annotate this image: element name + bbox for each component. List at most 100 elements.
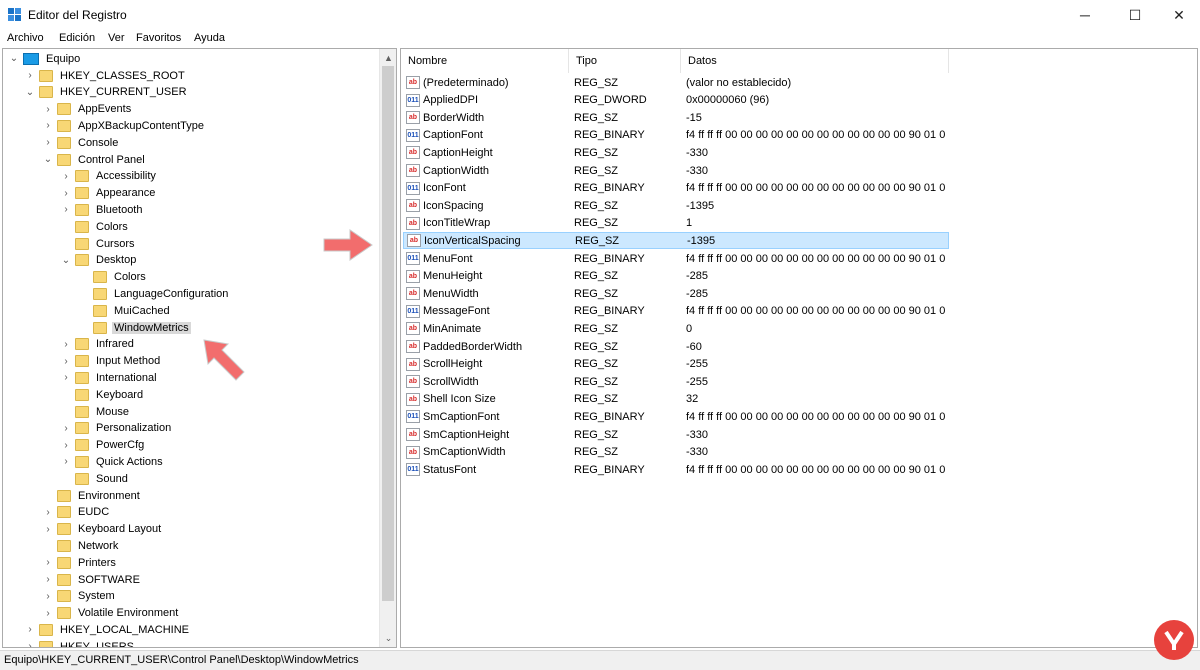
value-row[interactable]: ab IconTitleWrap REG_SZ 1 — [403, 215, 949, 232]
expand-icon[interactable]: › — [41, 589, 55, 603]
tree-item[interactable]: ⌄ Control Panel — [41, 151, 147, 168]
value-row[interactable]: ab ScrollWidth REG_SZ -255 — [403, 373, 949, 390]
value-row[interactable]: 011 CaptionFont REG_BINARY f4 ff ff ff 00 0… — [403, 127, 949, 144]
tree-item[interactable]: › HKEY_CLASSES_ROOT — [23, 67, 187, 84]
tree-item[interactable]: › Appearance — [59, 185, 157, 202]
expand-icon[interactable]: › — [23, 640, 37, 647]
value-row[interactable]: 011 AppliedDPI REG_DWORD 0x00000060 (96) — [403, 92, 949, 109]
tree-item[interactable]: WindowMetrics — [77, 319, 191, 336]
tree-item[interactable]: Sound — [59, 470, 130, 487]
value-row[interactable]: ab MenuHeight REG_SZ -285 — [403, 268, 949, 285]
tree-item[interactable]: › Infrared — [59, 336, 136, 353]
column-header-tipo[interactable]: Tipo — [569, 49, 681, 73]
collapse-icon[interactable]: ⌄ — [59, 253, 73, 267]
expand-icon[interactable]: › — [59, 354, 73, 368]
expand-icon[interactable]: › — [41, 606, 55, 620]
menu-ver[interactable]: Ver — [108, 32, 125, 44]
value-row[interactable]: ab CaptionHeight REG_SZ -330 — [403, 144, 949, 161]
tree-item[interactable]: › International — [59, 369, 159, 386]
expand-icon[interactable]: › — [23, 623, 37, 637]
value-row[interactable]: 011 StatusFont REG_BINARY f4 ff ff ff 00 00… — [403, 461, 949, 478]
tree-item[interactable]: › PowerCfg — [59, 437, 146, 454]
value-row[interactable]: ab MinAnimate REG_SZ 0 — [403, 320, 949, 337]
tree-item[interactable]: LanguageConfiguration — [77, 285, 230, 302]
value-row[interactable]: ab PaddedBorderWidth REG_SZ -60 — [403, 338, 949, 355]
collapse-icon[interactable]: ⌄ — [7, 52, 21, 66]
value-row[interactable]: ab IconSpacing REG_SZ -1395 — [403, 197, 949, 214]
tree-scrollbar[interactable]: ▲ ⌄ — [379, 49, 396, 647]
tree-item[interactable]: Colors — [77, 269, 148, 286]
scroll-up-icon[interactable]: ▲ — [380, 49, 396, 66]
tree-item[interactable]: Cursors — [59, 235, 137, 252]
tree-item[interactable]: › Bluetooth — [59, 201, 144, 218]
tree-item[interactable]: Environment — [41, 487, 142, 504]
value-row[interactable]: ab ScrollHeight REG_SZ -255 — [403, 356, 949, 373]
column-header-datos[interactable]: Datos — [681, 49, 949, 73]
expand-icon[interactable]: › — [41, 136, 55, 150]
value-row[interactable]: ab IconVerticalSpacing REG_SZ -1395 — [403, 232, 949, 250]
tree-item[interactable]: Keyboard — [59, 386, 145, 403]
tree-item[interactable]: › Console — [41, 134, 120, 151]
menu-edicion[interactable]: Edición — [59, 32, 95, 44]
expand-icon[interactable]: › — [59, 169, 73, 183]
tree-item[interactable]: › Accessibility — [59, 168, 158, 185]
expand-icon[interactable]: › — [41, 556, 55, 570]
tree-item[interactable]: Network — [41, 537, 120, 554]
value-row[interactable]: ab (Predeterminado) REG_SZ (valor no establ… — [403, 74, 949, 91]
tree-item[interactable]: ⌄ HKEY_CURRENT_USER — [23, 84, 189, 101]
menu-archivo[interactable]: Archivo — [7, 32, 44, 44]
value-row[interactable]: 011 MessageFont REG_BINARY f4 ff ff ff 00 0… — [403, 303, 949, 320]
tree-item[interactable]: Mouse — [59, 403, 131, 420]
tree-item[interactable]: › Input Method — [59, 353, 162, 370]
tree-item-equipo[interactable]: ⌄ Equipo — [7, 50, 82, 67]
tree-item[interactable]: MuiCached — [77, 302, 172, 319]
values-list-pane[interactable]: Nombre Tipo Datos ab (Predeterminado) REG_… — [400, 48, 1198, 648]
tree-item[interactable]: › AppXBackupContentType — [41, 117, 206, 134]
maximize-button[interactable]: ☐ — [1112, 0, 1158, 30]
expand-icon[interactable]: › — [59, 421, 73, 435]
scroll-down-icon[interactable]: ⌄ — [380, 630, 396, 647]
expand-icon[interactable]: › — [59, 186, 73, 200]
expand-icon[interactable]: › — [59, 371, 73, 385]
tree-item[interactable]: › AppEvents — [41, 101, 133, 118]
expand-icon[interactable]: › — [59, 337, 73, 351]
expand-icon[interactable]: › — [59, 438, 73, 452]
collapse-icon[interactable]: ⌄ — [23, 85, 37, 99]
menu-ayuda[interactable]: Ayuda — [194, 32, 225, 44]
tree-item[interactable]: › System — [41, 588, 117, 605]
column-header-nombre[interactable]: Nombre — [401, 49, 569, 73]
value-row[interactable]: 011 SmCaptionFont REG_BINARY f4 ff ff ff 00… — [403, 408, 949, 425]
value-row[interactable]: ab MenuWidth REG_SZ -285 — [403, 285, 949, 302]
minimize-button[interactable]: ─ — [1062, 0, 1108, 30]
value-row[interactable]: ab BorderWidth REG_SZ -15 — [403, 109, 949, 126]
expand-icon[interactable]: › — [59, 455, 73, 469]
tree-item[interactable]: › HKEY_USERS — [23, 638, 136, 647]
tree-item[interactable]: Colors — [59, 218, 130, 235]
tree-item[interactable]: › HKEY_LOCAL_MACHINE — [23, 621, 191, 638]
tree-item[interactable]: › Quick Actions — [59, 453, 165, 470]
tree-item[interactable]: › Personalization — [59, 420, 173, 437]
collapse-icon[interactable]: ⌄ — [41, 153, 55, 167]
scroll-thumb[interactable] — [382, 66, 394, 601]
tree-item[interactable]: ⌄ Desktop — [59, 252, 138, 269]
tree-item[interactable]: › Printers — [41, 554, 118, 571]
tree-item[interactable]: › Volatile Environment — [41, 605, 180, 622]
close-button[interactable]: ✕ — [1156, 0, 1200, 30]
expand-icon[interactable]: › — [41, 573, 55, 587]
menu-favoritos[interactable]: Favoritos — [136, 32, 181, 44]
value-row[interactable]: ab Shell Icon Size REG_SZ 32 — [403, 391, 949, 408]
expand-icon[interactable]: › — [41, 119, 55, 133]
value-row[interactable]: 011 MenuFont REG_BINARY f4 ff ff ff 00 00 0… — [403, 250, 949, 267]
value-row[interactable]: ab SmCaptionHeight REG_SZ -330 — [403, 426, 949, 443]
tree-item[interactable]: › Keyboard Layout — [41, 521, 163, 538]
tree-item[interactable]: › SOFTWARE — [41, 571, 142, 588]
value-row[interactable]: ab CaptionWidth REG_SZ -330 — [403, 162, 949, 179]
expand-icon[interactable]: › — [23, 69, 37, 83]
value-row[interactable]: ab SmCaptionWidth REG_SZ -330 — [403, 444, 949, 461]
value-row[interactable]: 011 IconFont REG_BINARY f4 ff ff ff 00 00 0… — [403, 180, 949, 197]
expand-icon[interactable]: › — [59, 203, 73, 217]
expand-icon[interactable]: › — [41, 505, 55, 519]
expand-icon[interactable]: › — [41, 522, 55, 536]
tree-item[interactable]: › EUDC — [41, 504, 111, 521]
expand-icon[interactable]: › — [41, 102, 55, 116]
